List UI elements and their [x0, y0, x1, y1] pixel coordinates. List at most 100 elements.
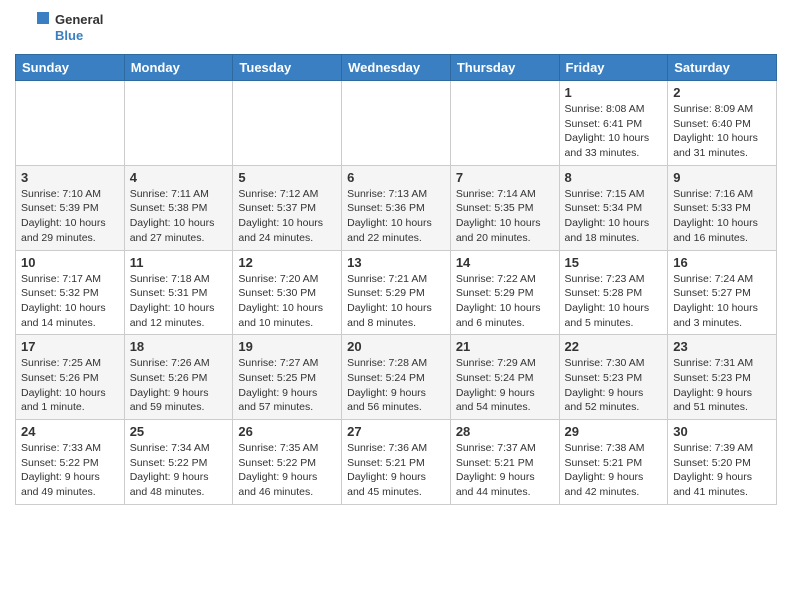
day-info: Sunrise: 7:14 AM Sunset: 5:35 PM Dayligh… — [456, 187, 554, 246]
day-number: 24 — [21, 424, 119, 439]
calendar-week-row: 10 Sunrise: 7:17 AM Sunset: 5:32 PM Dayli… — [16, 250, 777, 335]
calendar-cell — [450, 81, 559, 166]
day-info: Sunrise: 7:10 AM Sunset: 5:39 PM Dayligh… — [21, 187, 119, 246]
calendar-cell: 26 Sunrise: 7:35 AM Sunset: 5:22 PM Dayli… — [233, 420, 342, 505]
day-number: 28 — [456, 424, 554, 439]
calendar-cell — [124, 81, 233, 166]
day-number: 23 — [673, 339, 771, 354]
day-info: Sunrise: 7:17 AM Sunset: 5:32 PM Dayligh… — [21, 272, 119, 331]
calendar-cell: 20 Sunrise: 7:28 AM Sunset: 5:24 PM Dayli… — [342, 335, 451, 420]
weekday-header-monday: Monday — [124, 55, 233, 81]
day-info: Sunrise: 7:21 AM Sunset: 5:29 PM Dayligh… — [347, 272, 445, 331]
day-number: 7 — [456, 170, 554, 185]
day-number: 11 — [130, 255, 228, 270]
day-number: 19 — [238, 339, 336, 354]
day-info: Sunrise: 8:08 AM Sunset: 6:41 PM Dayligh… — [565, 102, 663, 161]
day-info: Sunrise: 7:20 AM Sunset: 5:30 PM Dayligh… — [238, 272, 336, 331]
day-number: 10 — [21, 255, 119, 270]
day-info: Sunrise: 7:38 AM Sunset: 5:21 PM Dayligh… — [565, 441, 663, 500]
day-info: Sunrise: 7:16 AM Sunset: 5:33 PM Dayligh… — [673, 187, 771, 246]
day-number: 12 — [238, 255, 336, 270]
calendar-week-row: 1 Sunrise: 8:08 AM Sunset: 6:41 PM Daylig… — [16, 81, 777, 166]
calendar-cell: 9 Sunrise: 7:16 AM Sunset: 5:33 PM Daylig… — [668, 165, 777, 250]
day-number: 2 — [673, 85, 771, 100]
calendar-cell: 10 Sunrise: 7:17 AM Sunset: 5:32 PM Dayli… — [16, 250, 125, 335]
day-info: Sunrise: 7:37 AM Sunset: 5:21 PM Dayligh… — [456, 441, 554, 500]
calendar-cell: 2Sunrise: 8:09 AM Sunset: 6:40 PM Daylig… — [668, 81, 777, 166]
calendar-cell: 13 Sunrise: 7:21 AM Sunset: 5:29 PM Dayli… — [342, 250, 451, 335]
day-number: 4 — [130, 170, 228, 185]
day-number: 21 — [456, 339, 554, 354]
day-number: 5 — [238, 170, 336, 185]
calendar-cell: 16 Sunrise: 7:24 AM Sunset: 5:27 PM Dayli… — [668, 250, 777, 335]
day-info: Sunrise: 7:28 AM Sunset: 5:24 PM Dayligh… — [347, 356, 445, 415]
day-number: 3 — [21, 170, 119, 185]
calendar-cell: 8 Sunrise: 7:15 AM Sunset: 5:34 PM Daylig… — [559, 165, 668, 250]
day-number: 13 — [347, 255, 445, 270]
day-number: 14 — [456, 255, 554, 270]
day-number: 22 — [565, 339, 663, 354]
calendar-cell: 7 Sunrise: 7:14 AM Sunset: 5:35 PM Daylig… — [450, 165, 559, 250]
calendar-cell: 4Sunrise: 7:11 AM Sunset: 5:38 PM Daylig… — [124, 165, 233, 250]
calendar-cell: 17 Sunrise: 7:25 AM Sunset: 5:26 PM Dayli… — [16, 335, 125, 420]
weekday-header-sunday: Sunday — [16, 55, 125, 81]
day-number: 27 — [347, 424, 445, 439]
calendar-cell: 25Sunrise: 7:34 AM Sunset: 5:22 PM Dayli… — [124, 420, 233, 505]
calendar-cell: 12 Sunrise: 7:20 AM Sunset: 5:30 PM Dayli… — [233, 250, 342, 335]
day-info: Sunrise: 7:25 AM Sunset: 5:26 PM Dayligh… — [21, 356, 119, 415]
day-number: 15 — [565, 255, 663, 270]
calendar-cell: 11 Sunrise: 7:18 AM Sunset: 5:31 PM Dayli… — [124, 250, 233, 335]
calendar-cell: 21Sunrise: 7:29 AM Sunset: 5:24 PM Dayli… — [450, 335, 559, 420]
day-info: Sunrise: 7:33 AM Sunset: 5:22 PM Dayligh… — [21, 441, 119, 500]
day-info: Sunrise: 7:24 AM Sunset: 5:27 PM Dayligh… — [673, 272, 771, 331]
day-info: Sunrise: 7:22 AM Sunset: 5:29 PM Dayligh… — [456, 272, 554, 331]
day-number: 26 — [238, 424, 336, 439]
calendar-week-row: 17 Sunrise: 7:25 AM Sunset: 5:26 PM Dayli… — [16, 335, 777, 420]
day-number: 30 — [673, 424, 771, 439]
calendar-table: SundayMondayTuesdayWednesdayThursdayFrid… — [15, 54, 777, 505]
calendar-cell — [16, 81, 125, 166]
calendar-cell: 30 Sunrise: 7:39 AM Sunset: 5:20 PM Dayli… — [668, 420, 777, 505]
calendar-cell: 28 Sunrise: 7:37 AM Sunset: 5:21 PM Dayli… — [450, 420, 559, 505]
calendar-cell: 1 Sunrise: 8:08 AM Sunset: 6:41 PM Daylig… — [559, 81, 668, 166]
logo: GeneralBlue — [15, 10, 103, 46]
day-number: 6 — [347, 170, 445, 185]
weekday-header-row: SundayMondayTuesdayWednesdayThursdayFrid… — [16, 55, 777, 81]
day-info: Sunrise: 7:30 AM Sunset: 5:23 PM Dayligh… — [565, 356, 663, 415]
day-info: Sunrise: 7:35 AM Sunset: 5:22 PM Dayligh… — [238, 441, 336, 500]
page-header: GeneralBlue — [15, 10, 777, 46]
day-info: Sunrise: 7:12 AM Sunset: 5:37 PM Dayligh… — [238, 187, 336, 246]
weekday-header-saturday: Saturday — [668, 55, 777, 81]
logo-icon — [15, 10, 51, 46]
day-number: 9 — [673, 170, 771, 185]
day-info: Sunrise: 7:31 AM Sunset: 5:23 PM Dayligh… — [673, 356, 771, 415]
logo-blue: Blue — [55, 28, 103, 44]
calendar-cell: 6 Sunrise: 7:13 AM Sunset: 5:36 PM Daylig… — [342, 165, 451, 250]
day-info: Sunrise: 7:39 AM Sunset: 5:20 PM Dayligh… — [673, 441, 771, 500]
calendar-cell: 19 Sunrise: 7:27 AM Sunset: 5:25 PM Dayli… — [233, 335, 342, 420]
day-info: Sunrise: 7:23 AM Sunset: 5:28 PM Dayligh… — [565, 272, 663, 331]
day-info: Sunrise: 7:26 AM Sunset: 5:26 PM Dayligh… — [130, 356, 228, 415]
day-info: Sunrise: 7:13 AM Sunset: 5:36 PM Dayligh… — [347, 187, 445, 246]
calendar-cell: 5 Sunrise: 7:12 AM Sunset: 5:37 PM Daylig… — [233, 165, 342, 250]
calendar-week-row: 3 Sunrise: 7:10 AM Sunset: 5:39 PM Daylig… — [16, 165, 777, 250]
calendar-cell: 29Sunrise: 7:38 AM Sunset: 5:21 PM Dayli… — [559, 420, 668, 505]
day-number: 17 — [21, 339, 119, 354]
day-number: 20 — [347, 339, 445, 354]
day-number: 1 — [565, 85, 663, 100]
day-info: Sunrise: 7:27 AM Sunset: 5:25 PM Dayligh… — [238, 356, 336, 415]
weekday-header-wednesday: Wednesday — [342, 55, 451, 81]
day-info: Sunrise: 7:15 AM Sunset: 5:34 PM Dayligh… — [565, 187, 663, 246]
calendar-cell: 14 Sunrise: 7:22 AM Sunset: 5:29 PM Dayli… — [450, 250, 559, 335]
calendar-cell: 24 Sunrise: 7:33 AM Sunset: 5:22 PM Dayli… — [16, 420, 125, 505]
weekday-header-thursday: Thursday — [450, 55, 559, 81]
day-number: 8 — [565, 170, 663, 185]
calendar-week-row: 24 Sunrise: 7:33 AM Sunset: 5:22 PM Dayli… — [16, 420, 777, 505]
calendar-cell — [342, 81, 451, 166]
day-info: Sunrise: 7:18 AM Sunset: 5:31 PM Dayligh… — [130, 272, 228, 331]
calendar-cell: 22 Sunrise: 7:30 AM Sunset: 5:23 PM Dayli… — [559, 335, 668, 420]
day-info: Sunrise: 7:34 AM Sunset: 5:22 PM Dayligh… — [130, 441, 228, 500]
day-number: 16 — [673, 255, 771, 270]
calendar-cell: 3 Sunrise: 7:10 AM Sunset: 5:39 PM Daylig… — [16, 165, 125, 250]
logo-general: General — [55, 12, 103, 28]
